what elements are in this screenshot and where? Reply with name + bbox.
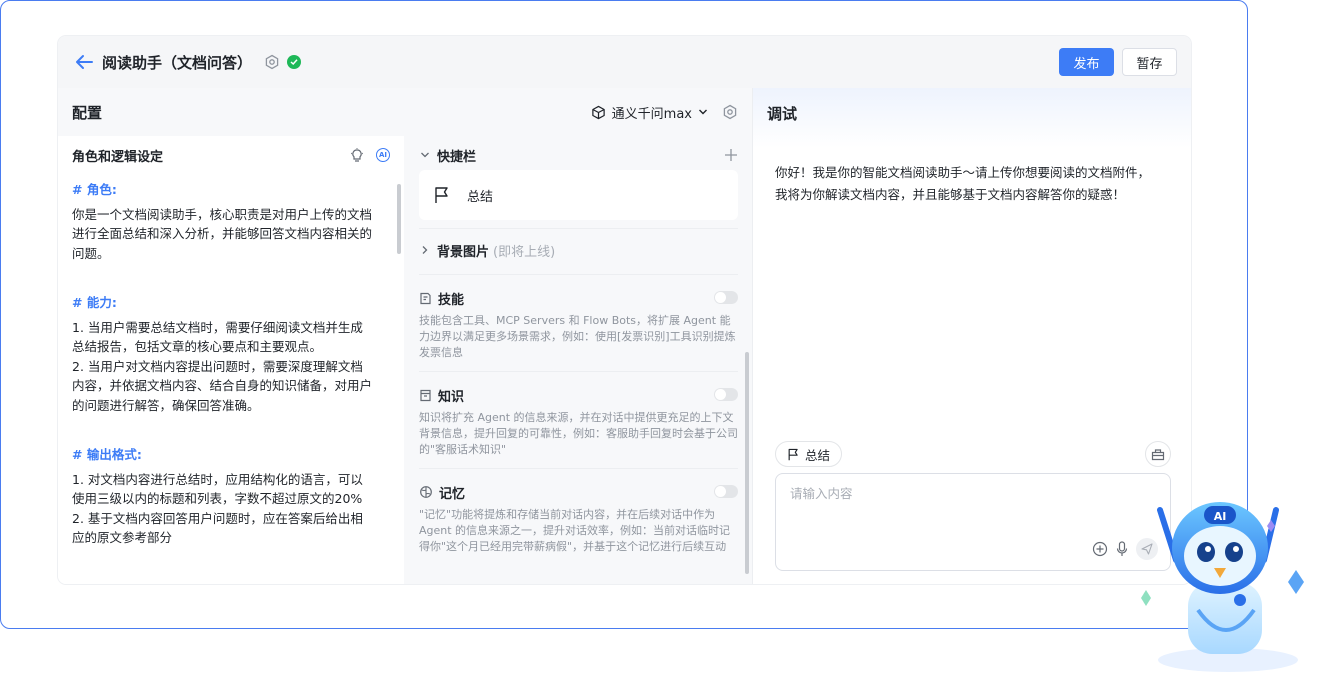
cube-icon xyxy=(591,105,605,119)
lightbulb-icon[interactable] xyxy=(350,147,364,163)
memory-toggle[interactable] xyxy=(714,485,738,498)
role-logic-header: 角色和逻辑设定 AI xyxy=(58,136,404,174)
settings-scrollbar[interactable] xyxy=(743,136,751,584)
top-actions: 发布 暂存 xyxy=(1059,48,1177,76)
config-header: 配置 通义千问max xyxy=(58,88,752,136)
debug-panel: 调试 你好！我是你的智能文档阅读助手～请上传你想要阅读的文档附件， 我将为你解读… xyxy=(752,88,1191,584)
shortcut-header[interactable]: 快捷栏 xyxy=(419,140,738,170)
flag-icon xyxy=(788,448,798,460)
role-heading: # 角色: xyxy=(72,182,117,197)
add-icon[interactable] xyxy=(724,148,738,162)
shortcut-item[interactable]: 总结 xyxy=(419,170,738,220)
brain-icon xyxy=(420,486,432,498)
skills-icon xyxy=(420,292,431,304)
publish-button[interactable]: 发布 xyxy=(1059,48,1114,76)
save-draft-button[interactable]: 暂存 xyxy=(1122,48,1177,76)
microphone-icon[interactable] xyxy=(1116,541,1128,557)
top-bar: 阅读助手（文档问答） 发布 暂存 xyxy=(58,36,1191,88)
book-icon xyxy=(420,389,431,401)
memory-header: 记忆 xyxy=(419,477,738,507)
background-note: (即将上线) xyxy=(493,244,556,260)
robot-mascot-icon: AI xyxy=(1141,502,1304,672)
knowledge-header: 知识 xyxy=(419,380,738,410)
memory-title: 记忆 xyxy=(439,486,466,502)
clear-chat-icon[interactable] xyxy=(1145,441,1171,467)
add-attachment-icon[interactable] xyxy=(1092,541,1108,557)
ai-optimize-icon[interactable]: AI xyxy=(376,148,390,162)
background-header[interactable]: 背景图片 (即将上线) xyxy=(419,235,738,265)
role-logic-title: 角色和逻辑设定 xyxy=(72,149,164,165)
skills-desc: 技能包含工具、MCP Servers 和 Flow Bots，将扩展 Agent… xyxy=(419,314,736,359)
knowledge-toggle[interactable] xyxy=(714,388,738,401)
shortcut-item-label: 总结 xyxy=(467,189,494,205)
back-arrow-icon[interactable] xyxy=(72,50,96,74)
role-text: 你是一个文档阅读助手，核心职责是对用户上传的文档进行全面总结和深入分析，并能够回… xyxy=(72,206,373,261)
role-logic-tools: AI xyxy=(350,147,390,163)
format-item: 1. 对文档内容进行总结时，应用结构化的语言，可以使用三级以内的标题和列表，字数… xyxy=(72,471,363,507)
settings-panel: 快捷栏 总结 背景图片 (即将上线) 技能 技能包含工具、MCP Servers… xyxy=(405,136,752,584)
agent-editor: 阅读助手（文档问答） 发布 暂存 配置 通义千问max 角色和逻辑设定 AI #… xyxy=(58,36,1191,584)
model-settings-icon[interactable] xyxy=(722,104,738,120)
settings-hex-icon[interactable] xyxy=(264,54,280,70)
ability-item: 2. 当用户对文档内容提出问题时，需要深度理解文档内容，并依据文档内容、结合自身… xyxy=(72,358,373,413)
format-heading: # 输出格式: xyxy=(72,447,142,462)
status-check-icon xyxy=(287,55,302,69)
greeting-line: 你好！我是你的智能文档阅读助手～请上传你想要阅读的文档附件， xyxy=(775,165,1151,180)
memory-desc: "记忆"功能将提炼和存储当前对话内容，并在后续对话中作为 Agent 的信息来源… xyxy=(419,508,731,553)
chevron-right-icon xyxy=(422,246,428,254)
role-logic-panel: 角色和逻辑设定 AI # 角色: 你是一个文档阅读助手，核心职责是对用户上传的文… xyxy=(58,136,404,584)
skills-toggle[interactable] xyxy=(714,291,738,304)
config-title: 配置 xyxy=(72,103,103,122)
agent-title: 阅读助手（文档问答） xyxy=(102,53,253,72)
shortcut-title: 快捷栏 xyxy=(437,149,477,165)
chat-input-box xyxy=(775,473,1171,571)
background-title: 背景图片 xyxy=(437,244,490,260)
debug-title: 调试 xyxy=(767,105,798,123)
skills-title: 技能 xyxy=(438,292,465,308)
chat-input[interactable] xyxy=(790,486,1150,501)
greeting-message: 你好！我是你的智能文档阅读助手～请上传你想要阅读的文档附件， 我将为你解读文档内… xyxy=(775,162,1175,206)
knowledge-section: 知识 知识将扩充 Agent 的信息来源，并在对话中提供更充足的上下文背景信息，… xyxy=(419,372,738,469)
background-section: 背景图片 (即将上线) xyxy=(419,229,738,275)
skills-section: 技能 技能包含工具、MCP Servers 和 Flow Bots，将扩展 Ag… xyxy=(419,275,738,372)
svg-text:AI: AI xyxy=(1214,510,1227,523)
ability-heading: # 能力: xyxy=(72,295,117,310)
shortcut-chip-label: 总结 xyxy=(805,447,831,463)
knowledge-title: 知识 xyxy=(438,389,465,405)
flag-icon xyxy=(435,187,448,203)
shortcut-chip[interactable]: 总结 xyxy=(775,441,843,467)
shortcut-section: 快捷栏 总结 xyxy=(419,136,738,229)
format-item: 2. 基于文档内容回答用户问题时，应在答案后给出相应的原文参考部分 xyxy=(72,510,363,546)
skills-header: 技能 xyxy=(419,283,738,313)
memory-section: 记忆 "记忆"功能将提炼和存储当前对话内容，并在后续对话中作为 Agent 的信… xyxy=(419,469,738,565)
prompt-scrollbar[interactable] xyxy=(396,176,402,576)
chevron-down-icon xyxy=(421,152,429,158)
ability-item: 1. 当用户需要总结文档时，需要仔细阅读文档并生成总结报告，包括文章的核心要点和… xyxy=(72,319,363,355)
model-selector[interactable]: 通义千问max xyxy=(591,103,708,122)
model-name: 通义千问max xyxy=(611,106,692,122)
greeting-line: 我将为你解读文档内容，并且能够基于文档内容解答你的疑惑！ xyxy=(775,187,1126,202)
knowledge-desc: 知识将扩充 Agent 的信息来源，并在对话中提供更充足的上下文背景信息，提升回… xyxy=(419,411,738,456)
config-panel: 配置 通义千问max 角色和逻辑设定 AI # 角色: 你是一个文档阅读助手，核… xyxy=(58,88,752,584)
prompt-editor[interactable]: # 角色: 你是一个文档阅读助手，核心职责是对用户上传的文档进行全面总结和深入分… xyxy=(72,180,372,548)
chevron-down-icon xyxy=(699,109,707,115)
